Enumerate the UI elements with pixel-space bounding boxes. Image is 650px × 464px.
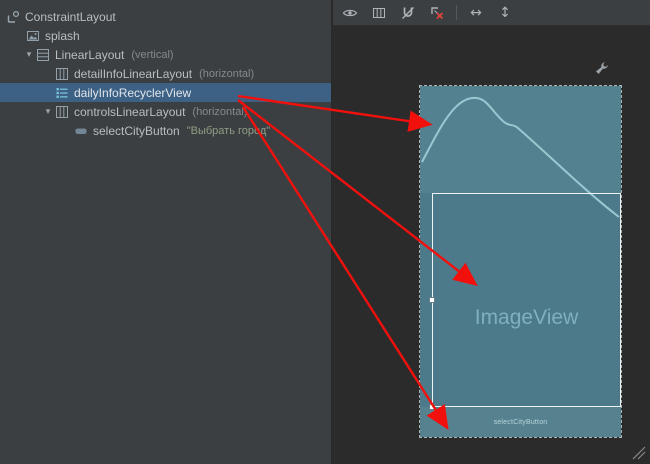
tree-item-annotation: (horizontal) bbox=[199, 68, 254, 80]
detail-info-linear-layout-preview[interactable] bbox=[420, 86, 621, 193]
tree-item-label: controlsLinearLayout bbox=[74, 105, 185, 119]
tree-item-label: detailInfoLinearLayout bbox=[74, 67, 192, 81]
expand-horizontal-icon[interactable]: ↔ bbox=[465, 3, 487, 23]
linearlayout-horizontal-icon bbox=[55, 105, 69, 119]
selection-handle-bottom-left[interactable] bbox=[429, 404, 435, 410]
wrench-icon[interactable] bbox=[595, 61, 609, 75]
autoconnect-off-icon[interactable] bbox=[397, 3, 419, 23]
linearlayout-vertical-icon bbox=[36, 48, 50, 62]
blueprint-columns-icon[interactable] bbox=[368, 3, 390, 23]
component-tree: ConstraintLayout splash ▾ LinearLayout (… bbox=[0, 0, 332, 464]
design-toolbar: ↔ ↕ bbox=[333, 0, 650, 26]
recyclerview-icon bbox=[55, 86, 69, 100]
tree-item-detailinfolinearlayout[interactable]: detailInfoLinearLayout (horizontal) bbox=[0, 64, 331, 83]
expand-vertical-icon[interactable]: ↕ bbox=[494, 3, 516, 23]
tree-item-label: LinearLayout bbox=[55, 48, 124, 62]
tree-item-label: selectCityButton bbox=[93, 124, 180, 138]
tree-item-dailyinforecyclerview[interactable]: dailyInfoRecyclerView bbox=[0, 83, 331, 102]
tree-item-controlslinearlayout[interactable]: ▾ controlsLinearLayout (horizontal) bbox=[0, 102, 331, 121]
toolbar-separator bbox=[456, 5, 457, 20]
chevron-expanded-icon[interactable]: ▾ bbox=[41, 106, 55, 117]
linearlayout-horizontal-icon bbox=[55, 67, 69, 81]
controls-linear-layout-preview[interactable]: selectCityButton bbox=[420, 407, 621, 437]
design-canvas[interactable]: selectCityButton ImageView bbox=[333, 26, 650, 464]
tree-item-splash[interactable]: splash bbox=[0, 26, 331, 45]
tree-item-annotation: (horizontal) bbox=[192, 106, 247, 118]
view-options-icon[interactable] bbox=[339, 3, 361, 23]
layout-preview[interactable]: selectCityButton ImageView bbox=[420, 86, 621, 437]
tree-item-label: ConstraintLayout bbox=[25, 10, 116, 24]
design-panel: ↔ ↕ selectCityButton ImageView bbox=[333, 0, 650, 464]
constraint-layout-icon bbox=[6, 10, 20, 24]
select-city-button-preview-label: selectCityButton bbox=[494, 419, 548, 426]
imageview-icon bbox=[26, 29, 40, 43]
tree-item-selectcitybutton[interactable]: selectCityButton "Выбрать город" bbox=[0, 121, 331, 140]
clear-constraints-icon[interactable] bbox=[426, 3, 448, 23]
resize-handle[interactable] bbox=[631, 445, 647, 461]
tree-item-annotation: (vertical) bbox=[131, 49, 173, 61]
button-icon bbox=[74, 124, 88, 138]
chevron-expanded-icon[interactable]: ▾ bbox=[22, 49, 36, 60]
tree-item-text-value: "Выбрать город" bbox=[187, 125, 270, 137]
tree-item-linearlayout[interactable]: ▾ LinearLayout (vertical) bbox=[0, 45, 331, 64]
imageview-preview[interactable] bbox=[420, 193, 621, 407]
tree-item-label: dailyInfoRecyclerView bbox=[74, 86, 191, 100]
android-studio-layout-editor: ConstraintLayout splash ▾ LinearLayout (… bbox=[0, 0, 650, 464]
selection-handle-left[interactable] bbox=[429, 297, 435, 303]
tree-item-label: splash bbox=[45, 29, 80, 43]
tree-item-constraintlayout[interactable]: ConstraintLayout bbox=[0, 7, 331, 26]
